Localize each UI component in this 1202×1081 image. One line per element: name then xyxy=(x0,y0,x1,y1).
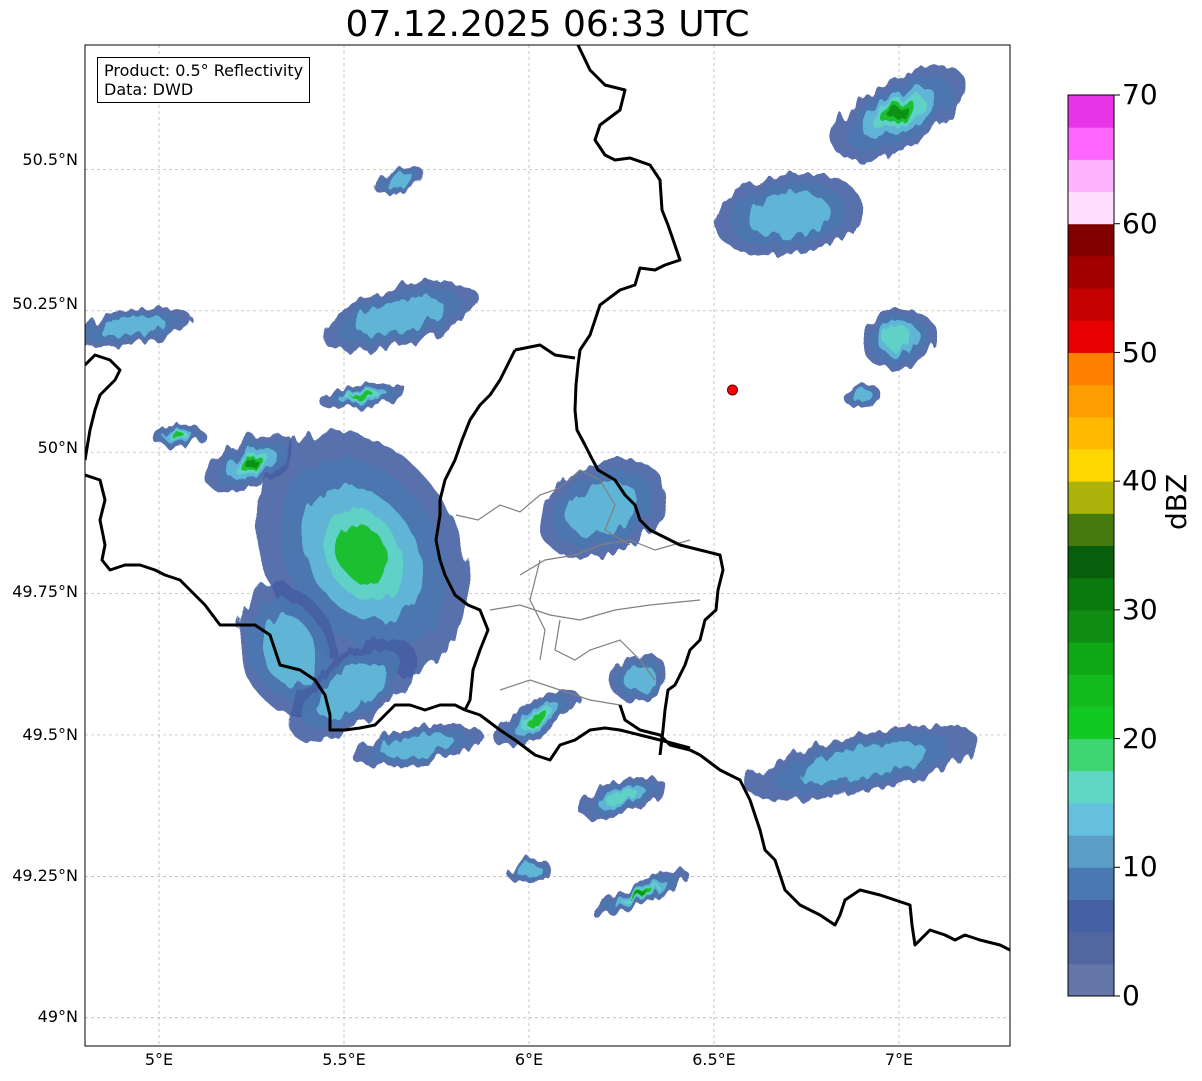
colorbar-tick-label: 10 xyxy=(1122,850,1158,883)
lon-tick-label: 5°E xyxy=(144,1050,174,1069)
colorbar-segment xyxy=(1068,899,1114,933)
colorbar-segment xyxy=(1068,127,1114,160)
colorbar-segment xyxy=(1068,448,1114,482)
colorbar-tick-label: 0 xyxy=(1122,979,1140,1012)
colorbar-segment xyxy=(1068,513,1114,546)
colorbar-segment xyxy=(1068,416,1114,450)
lon-tick-label: 7°E xyxy=(884,1050,914,1069)
colorbar-segment xyxy=(1068,963,1114,997)
colorbar-segment xyxy=(1068,384,1114,418)
colorbar-segment xyxy=(1068,770,1114,804)
colorbar-label: dBZ xyxy=(1160,473,1193,530)
colorbar xyxy=(1068,94,1120,997)
lon-tick-label: 6°E xyxy=(514,1050,544,1069)
lon-tick-label: 5.5°E xyxy=(322,1050,366,1069)
lat-tick-label: 49.5°N xyxy=(22,725,78,744)
colorbar-tick-label: 50 xyxy=(1122,336,1158,369)
radar-site-marker xyxy=(727,384,738,396)
colorbar-segment xyxy=(1068,545,1114,579)
lon-tick-label: 6.5°E xyxy=(692,1050,736,1069)
colorbar-segment xyxy=(1068,223,1114,257)
lat-tick-label: 49°N xyxy=(37,1007,78,1026)
colorbar-segment xyxy=(1068,577,1114,611)
product-info-box: Product: 0.5° Reflectivity Data: DWD xyxy=(97,57,311,103)
map-title: 07.12.2025 06:33 UTC xyxy=(345,4,750,45)
colorbar-segment xyxy=(1068,802,1114,836)
colorbar-segment xyxy=(1068,867,1114,900)
colorbar-tick-label: 30 xyxy=(1122,593,1158,626)
colorbar-segment xyxy=(1068,159,1114,193)
colorbar-segment xyxy=(1068,288,1114,321)
colorbar-segment xyxy=(1068,191,1114,225)
colorbar-segment xyxy=(1068,320,1114,353)
colorbar-segment xyxy=(1068,674,1114,707)
colorbar-segment xyxy=(1068,835,1114,868)
colorbar-segment xyxy=(1068,642,1114,675)
lat-tick-label: 49.75°N xyxy=(12,582,78,601)
colorbar-tick-label: 20 xyxy=(1122,722,1158,755)
lat-tick-label: 50.25°N xyxy=(12,294,78,313)
colorbar-segment xyxy=(1068,255,1114,289)
lat-tick-label: 49.25°N xyxy=(12,866,78,885)
colorbar-segment xyxy=(1068,95,1114,128)
product-label: Product: 0.5° Reflectivity xyxy=(104,61,304,80)
colorbar-tick-label: 60 xyxy=(1122,207,1158,240)
colorbar-segment xyxy=(1068,481,1114,514)
colorbar-segment xyxy=(1068,706,1114,740)
data-source-label: Data: DWD xyxy=(104,80,194,99)
colorbar-segment xyxy=(1068,609,1114,643)
map-background xyxy=(85,45,1010,1046)
lat-tick-label: 50.5°N xyxy=(22,150,78,169)
colorbar-tick-label: 70 xyxy=(1122,78,1158,111)
lat-tick-label: 50°N xyxy=(37,438,78,457)
colorbar-segment xyxy=(1068,352,1114,386)
colorbar-segment xyxy=(1068,738,1114,772)
colorbar-tick-label: 40 xyxy=(1122,464,1158,497)
colorbar-segment xyxy=(1068,931,1114,965)
radar-map xyxy=(84,44,1120,1047)
